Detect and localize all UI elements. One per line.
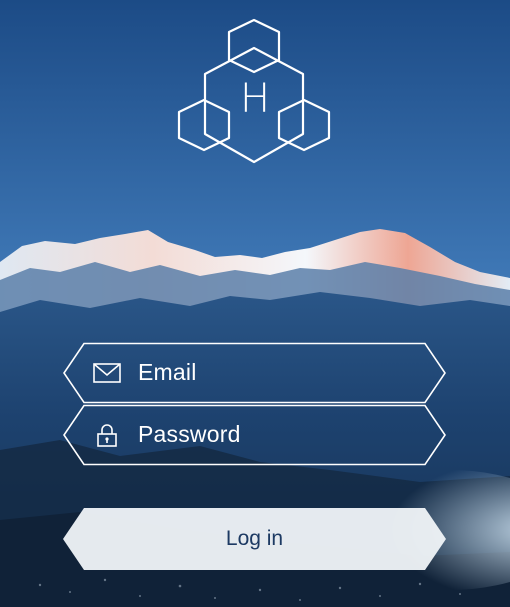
envelope-icon xyxy=(93,363,121,383)
app-logo: H xyxy=(175,18,335,166)
logo-letter: H xyxy=(239,76,271,122)
login-button-label: Log in xyxy=(225,527,284,550)
login-button[interactable]: Log in xyxy=(62,507,447,571)
email-placeholder: Email xyxy=(138,359,197,385)
password-field[interactable]: Password xyxy=(62,404,447,466)
email-field[interactable]: Email xyxy=(62,342,447,404)
padlock-icon xyxy=(97,424,117,447)
password-placeholder: Password xyxy=(138,421,241,447)
